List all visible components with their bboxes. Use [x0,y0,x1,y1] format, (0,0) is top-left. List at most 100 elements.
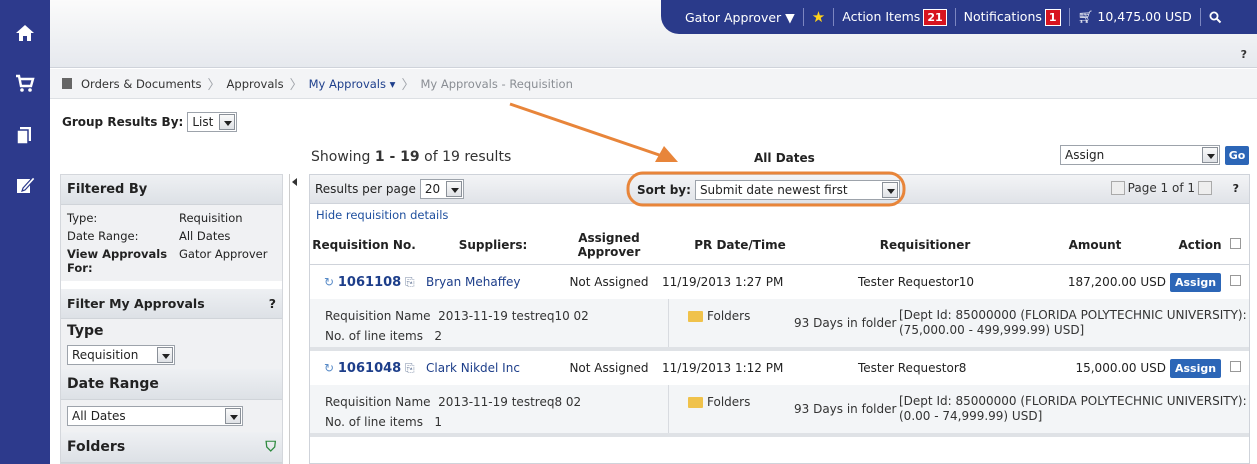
notifications-label: Notifications [963,8,1042,24]
breadcrumb-orders-documents[interactable]: Orders & Documents [75,77,208,91]
search-icon[interactable] [1209,11,1222,24]
cart-icon: 🛒︎ [1077,9,1094,24]
col-requisitioner[interactable]: Requisitioner [830,238,1020,252]
row-checkbox[interactable] [1230,275,1241,286]
per-page-select[interactable]: 20 [419,179,465,199]
bulk-action-select[interactable]: Assign [1060,145,1220,165]
col-pr-date[interactable]: PR Date/Time [650,238,830,252]
documents-icon[interactable] [14,124,36,146]
sort-select[interactable]: Submit date newest first [694,180,900,200]
hide-details-link[interactable]: Hide requisition details [310,204,1249,225]
date-cell: 11/19/2013 1:12 PM [662,361,784,375]
divider [833,8,835,26]
star-icon[interactable]: ★ [812,8,825,26]
results-panel: Results per page 20 Sort by: Submit date… [309,174,1250,464]
filter-range-row: Date Range: All Dates [61,227,282,245]
supplier-link[interactable]: Bryan Mehaffey [418,275,568,289]
folders-link[interactable]: Folders [688,395,750,409]
results-help-link[interactable]: ? [1233,182,1239,195]
action-cell: Assign [1170,273,1230,292]
req-no-cell: ↻ 1061108 ⎘ [310,275,418,290]
supplier-link[interactable]: Clark Nikdel Inc [418,361,568,375]
preview-icon[interactable]: ⎘ [405,275,415,289]
dept-line-1: [Dept Id: 85000000 (FLORIDA POLYTECHNIC … [899,394,1247,408]
row-checkbox-wrap [1230,361,1244,375]
prev-page-button[interactable] [1110,181,1125,195]
cart-icon[interactable] [14,72,36,94]
home-icon[interactable] [14,22,36,44]
notifications-link[interactable]: Notifications 1 [963,8,1061,26]
approver-cell: Not Assigned [569,275,649,289]
filter-folders-title: Folders [67,439,126,455]
assign-button[interactable]: Assign [1170,273,1222,292]
filtered-by-heading: Filtered By [61,175,282,205]
req-no-link[interactable]: 1061048 [338,361,401,376]
line-items-line: No. of line items 1 [325,415,442,429]
action-items-badge: 21 [923,8,947,26]
sort-label: Sort by: [637,183,691,197]
line-items-value: 2 [434,329,443,343]
table-row: ↻ 1061048 ⎘ Clark Nikdel Inc Not Assigne… [310,351,1249,385]
filter-add-icon[interactable]: ⛉ [266,439,277,455]
req-name-label: Requisition Name [325,395,431,409]
col-amount[interactable]: Amount [1020,238,1170,252]
filter-panel: Filtered By Type: Requisition Date Range:… [60,174,283,464]
filter-help-link[interactable]: ? [269,296,276,311]
divider [1199,8,1201,26]
breadcrumb-current: My Approvals - Requisition [420,76,573,91]
select-all-checkbox[interactable] [1230,237,1241,249]
filter-type-select[interactable]: Requisition [67,345,175,365]
breadcrumb-approvals[interactable]: Approvals [221,77,290,91]
row-details: Requisition Name 2013-11-19 testreq8 02 … [310,385,1249,437]
chevron-down-icon: ▾ [389,76,396,91]
folders-link[interactable]: Folders [688,309,750,323]
req-name-line: Requisition Name 2013-11-19 testreq8 02 [325,395,581,409]
amount-cell: 15,000.00 USD [1075,361,1166,375]
next-page-button[interactable] [1198,181,1212,195]
assign-button[interactable]: Assign [1170,359,1222,378]
date-cell: 11/19/2013 1:27 PM [662,275,784,289]
go-button[interactable]: Go [1225,146,1249,165]
chevron-down-icon: ▼ [785,9,795,25]
table-row: ↻ 1061108 ⎘ Bryan Mehaffey Not Assigned … [310,265,1249,299]
filter-type-heading: Type [67,323,104,339]
col-assigned-approver[interactable]: Assigned Approver [568,231,650,259]
line-items-value: 1 [434,415,443,429]
results-count-prefix: Showing [311,149,375,165]
group-results-select[interactable]: List [187,112,238,132]
filter-range-select[interactable]: All Dates [67,406,243,426]
breadcrumb: Orders & Documents 〉 Approvals 〉 My Appr… [50,69,1257,99]
folders-label: Folders [707,395,751,409]
select-all-wrap [1230,237,1244,252]
req-no-link[interactable]: 1061108 [338,275,401,290]
results-count-suffix: of 19 results [419,149,512,165]
filter-view-label: View Approvals For: [67,247,168,275]
filter-range-select-wrap: All Dates [61,400,282,432]
chevron-down-icon [1202,147,1218,163]
dept-info: [Dept Id: 85000000 (FLORIDA POLYTECHNIC … [899,394,1247,424]
action-items-link[interactable]: Action Items 21 [842,8,947,26]
dept-line-2: (0.00 - 74,999.99) USD] [899,409,1043,423]
user-menu[interactable]: Gator Approver ▼ [685,10,795,25]
left-navigation [0,0,50,464]
page-label: Page 1 of 1 [1127,181,1195,195]
col-action: Action [1178,237,1222,252]
chevron-down-icon [881,182,898,198]
col-requisition-no[interactable]: Requisition No. [310,238,418,252]
preview-icon[interactable]: ⎘ [405,361,415,375]
breadcrumb-my-approvals[interactable]: My Approvals ▾ [303,77,402,91]
per-page-value: 20 [424,182,441,196]
top-bar: Gator Approver ▼ ★ Action Items 21 Notifi… [50,0,1257,68]
refresh-icon: ↻ [324,274,335,289]
req-name-value: 2013-11-19 testreq10 02 [438,309,589,323]
help-link[interactable]: ? [1241,48,1247,61]
edit-icon[interactable] [14,174,36,196]
sort-value: Submit date newest first [699,183,848,197]
cart-total: 10,475.00 USD [1097,9,1192,24]
col-suppliers[interactable]: Suppliers: [418,238,568,252]
cart-total-link[interactable]: 🛒︎ 10,475.00 USD [1078,9,1192,25]
row-checkbox[interactable] [1230,361,1241,372]
annotation-arrow-head [655,146,678,162]
collapse-panel-handle[interactable] [289,174,299,464]
annotation-arrow-line [509,102,669,160]
